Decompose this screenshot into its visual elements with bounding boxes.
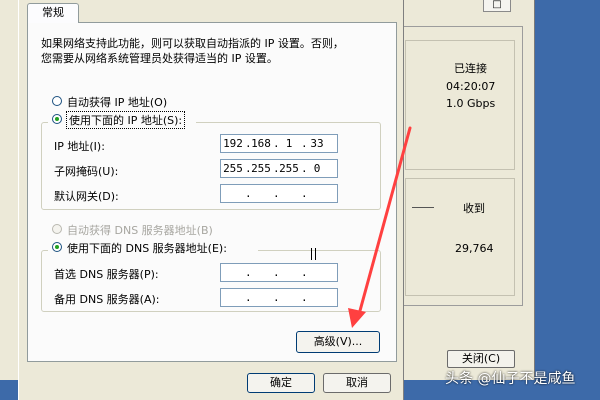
ip-address-input[interactable]: 192. 168. 1. 33 — [220, 134, 338, 153]
auto-ip-label: 自动获得 IP 地址(O) — [67, 96, 168, 109]
activity-divider — [412, 207, 434, 208]
close-button[interactable]: 关闭(C) — [447, 350, 515, 368]
alternate-dns-label: 备用 DNS 服务器(A): — [54, 293, 160, 306]
maximize-button[interactable]: □ — [483, 0, 511, 12]
ip-octet-4: 33 — [310, 137, 324, 150]
manual-ip-radio[interactable] — [52, 114, 62, 124]
manual-dns-radio[interactable] — [52, 242, 62, 252]
ip-octet-3: 1 — [285, 137, 293, 150]
subnet-mask-input[interactable]: 255. 255. 255. 0 — [220, 159, 338, 178]
preferred-dns-input[interactable]: . . . — [220, 263, 338, 282]
gateway-label: 默认网关(D): — [54, 190, 119, 203]
alternate-dns-input[interactable]: . . . — [220, 288, 338, 307]
manual-dns-label: 使用下面的 DNS 服务器地址(E): — [67, 242, 227, 255]
watermark: 头条 @仙子不是咸鱼 — [445, 371, 576, 387]
connection-status: 已连接 — [454, 62, 487, 75]
auto-dns-label: 自动获得 DNS 服务器地址(B) — [67, 224, 213, 237]
mask-octet-4: 0 — [313, 162, 321, 175]
description: 如果网络支持此功能，则可以获取自动指派的 IP 设置。否则， 您需要从网络系统管… — [41, 36, 381, 66]
ip-address-label: IP 地址(I): — [54, 140, 105, 153]
received-bytes: 29,764 — [455, 242, 494, 255]
mask-octet-3: 255 — [279, 162, 299, 175]
mask-octet-2: 255 — [251, 162, 271, 175]
description-line-1: 如果网络支持此功能，则可以获取自动指派的 IP 设置。否则， — [41, 37, 344, 50]
auto-ip-radio[interactable] — [52, 96, 62, 106]
connection-duration: 04:20:07 — [446, 80, 496, 93]
tab-general[interactable]: 常规 — [27, 3, 79, 23]
received-label: 收到 — [463, 202, 485, 215]
ip-octet-1: 192 — [223, 137, 243, 150]
description-line-2: 您需要从网络系统管理员处获得适当的 IP 设置。 — [41, 52, 278, 65]
cancel-button[interactable]: 取消 — [323, 373, 391, 393]
mask-octet-1: 255 — [223, 162, 243, 175]
gateway-input[interactable]: . . . — [220, 184, 338, 203]
text-cursor-icon — [311, 248, 316, 260]
manual-ip-label: 使用下面的 IP 地址(S): — [66, 111, 186, 129]
ok-button[interactable]: 确定 — [247, 373, 315, 393]
subnet-mask-label: 子网掩码(U): — [54, 165, 119, 178]
connection-speed: 1.0 Gbps — [446, 97, 496, 110]
preferred-dns-label: 首选 DNS 服务器(P): — [54, 268, 159, 281]
auto-dns-radio[interactable] — [52, 224, 62, 234]
activity-group — [405, 178, 515, 296]
advanced-button[interactable]: 高级(V)... — [296, 331, 380, 353]
ip-octet-2: 168 — [251, 137, 271, 150]
